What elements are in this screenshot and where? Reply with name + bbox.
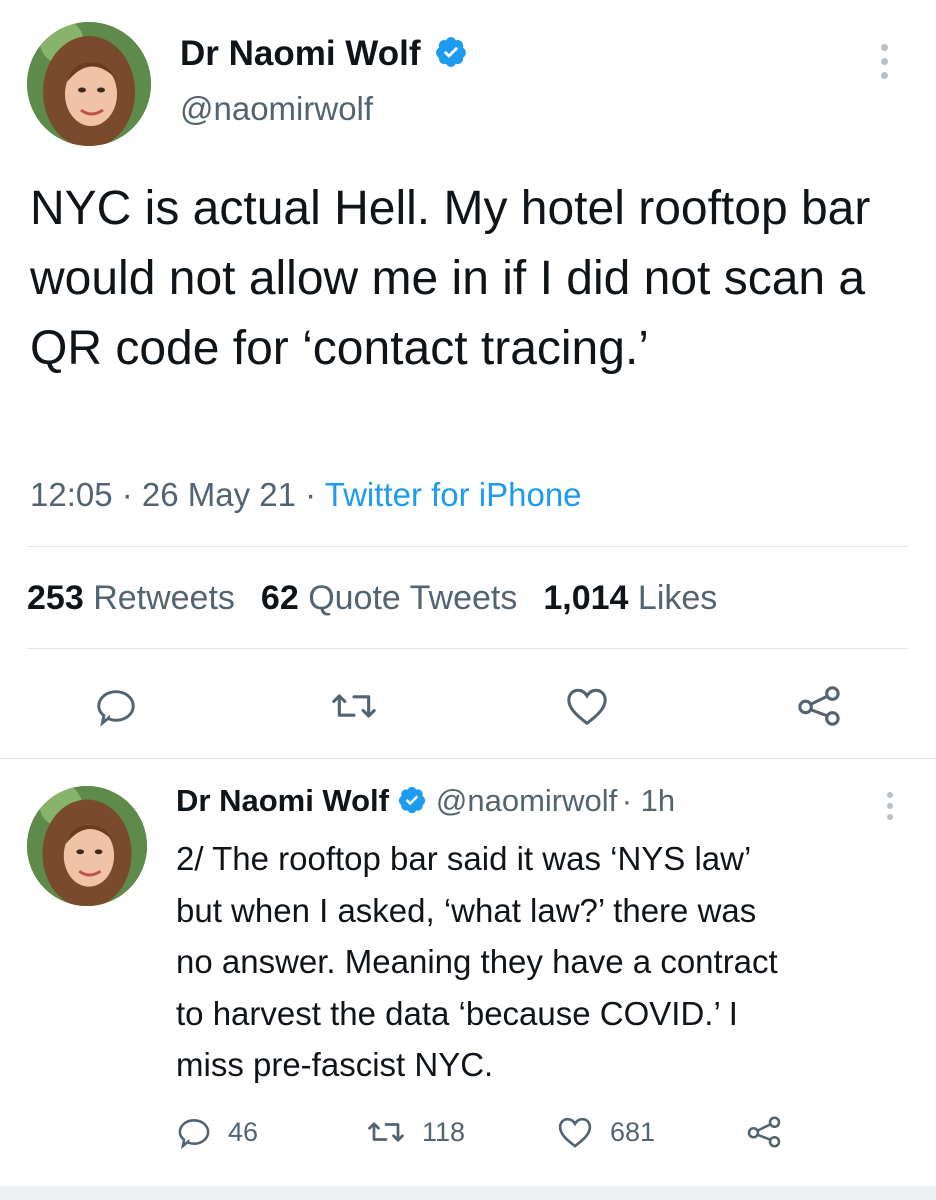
reply-text-line: 2/ The rooftop bar said it was ‘NYS law’	[176, 840, 752, 877]
reply-avatar-photo	[27, 786, 147, 906]
divider-middle	[27, 648, 908, 649]
like-icon[interactable]	[564, 684, 610, 728]
tweet-time: 12:05	[30, 476, 113, 513]
reply-header: Dr Naomi Wolf @naomirwolf · 1h	[176, 783, 675, 819]
tweet-stats: 253 Retweets 62 Quote Tweets 1,014 Likes	[27, 579, 743, 618]
retweet-icon[interactable]	[330, 684, 378, 728]
reply-author-handle[interactable]: @naomirwolf	[436, 783, 617, 818]
reply-retweet-action[interactable]: 118	[366, 1114, 465, 1150]
meta-separator: ·	[296, 476, 325, 513]
likes-label: Likes	[637, 579, 718, 617]
tweet-meta: 12:05 · 26 May 21 · Twitter for iPhone	[30, 476, 582, 514]
reply-like-action[interactable]: 681	[556, 1114, 655, 1150]
likes-count: 1,014	[543, 579, 629, 617]
tweet-text: NYC is actual Hell. My hotel rooftop bar…	[30, 182, 871, 375]
likes-stat[interactable]: 1,014 Likes	[543, 579, 717, 617]
bottom-separator	[0, 1186, 936, 1200]
reply-like-icon	[558, 1117, 592, 1148]
meta-separator: ·	[112, 476, 142, 513]
share-icon[interactable]	[796, 684, 842, 728]
reply-share-icon	[747, 1116, 781, 1148]
divider-bottom	[0, 758, 936, 759]
author-handle[interactable]: @naomirwolf	[180, 90, 373, 128]
divider-top	[27, 546, 908, 547]
reply-icon[interactable]	[94, 684, 138, 728]
reply-retweets-count: 118	[422, 1116, 466, 1147]
reply-text-line: miss pre-fascist NYC.	[176, 1046, 494, 1083]
author-name-text: Dr Naomi Wolf	[180, 34, 421, 73]
quotes-label: Quote Tweets	[308, 579, 518, 617]
reply-author-avatar[interactable]	[27, 786, 147, 906]
reply-text-line: to harvest the data ‘because COVID.’ I	[176, 994, 738, 1032]
reply-text-line: no answer. Meaning they have a contract	[176, 943, 778, 980]
verified-badge-icon	[436, 37, 467, 67]
more-options-icon[interactable]	[874, 44, 894, 79]
reply-text-line: but when I asked, ‘what law?’ there was	[176, 891, 757, 929]
retweets-stat[interactable]: 253 Retweets	[27, 579, 235, 617]
reply-reply-action[interactable]: 46	[176, 1114, 258, 1150]
reply-share-action[interactable]	[746, 1114, 782, 1150]
reply-verified-badge-icon	[399, 786, 426, 814]
reply-reply-icon	[178, 1119, 210, 1150]
tweet-source[interactable]: Twitter for iPhone	[325, 476, 582, 513]
author-name[interactable]: Dr Naomi Wolf	[180, 34, 468, 74]
retweets-label: Retweets	[93, 579, 235, 617]
reply-author-name[interactable]: Dr Naomi Wolf	[176, 783, 389, 818]
reply-time-ago[interactable]: · 1h	[622, 783, 675, 818]
author-avatar[interactable]	[27, 22, 151, 146]
reply-retweet-icon	[368, 1122, 404, 1142]
retweets-count: 253	[27, 579, 84, 617]
quotes-stat[interactable]: 62 Quote Tweets	[261, 579, 517, 617]
reply-likes-count: 681	[610, 1116, 656, 1147]
avatar-photo	[27, 22, 151, 146]
reply-more-options-icon[interactable]	[880, 792, 900, 820]
reply-replies-count: 46	[228, 1116, 259, 1147]
tweet-date[interactable]: 26 May 21	[142, 476, 296, 513]
quotes-count: 62	[260, 579, 299, 617]
reply-text: 2/ The rooftop bar said it was ‘NYS law’…	[176, 833, 916, 1091]
